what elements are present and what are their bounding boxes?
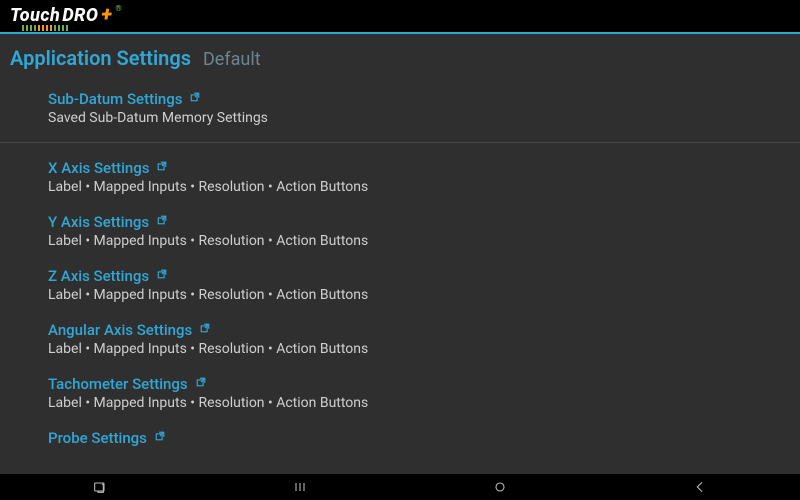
settings-item[interactable]: X Axis Settings Label • Mapped Inputs • R… [0,151,800,205]
settings-item-title: Z Axis Settings [48,267,149,285]
settings-item-subtitle: Label • Mapped Inputs • Resolution • Act… [48,395,790,411]
brand-logo: TouchDRO+® [10,2,122,31]
open-external-icon [196,377,206,387]
settings-item-subtitle: Label • Mapped Inputs • Resolution • Act… [48,341,790,357]
android-nav-bar [0,474,800,500]
settings-item-title: Angular Axis Settings [48,321,192,339]
open-external-icon [190,92,200,102]
settings-item-subtitle: Label • Mapped Inputs • Resolution • Act… [48,179,790,195]
settings-item[interactable]: Tachometer Settings Label • Mapped Inputs… [0,367,800,421]
home-button[interactable] [470,479,530,495]
brand-bar: TouchDRO+® [0,0,800,32]
settings-item-title: Probe Settings [48,429,147,447]
open-external-icon [200,323,210,333]
brand-text-left: Touch [10,5,60,26]
open-external-icon [157,269,167,279]
settings-list[interactable]: Sub-Datum Settings Saved Sub-Datum Memory… [0,82,800,474]
page-header: Application Settings Default [0,34,800,82]
settings-item[interactable]: Sub-Datum Settings Saved Sub-Datum Memory… [0,82,800,136]
settings-item-title: Sub-Datum Settings [48,90,182,108]
app-screen: TouchDRO+® Application Settings Default … [0,0,800,500]
open-external-icon [157,215,167,225]
settings-item-subtitle: Label • Mapped Inputs • Resolution • Act… [48,287,790,303]
page-title: Application Settings [10,46,191,70]
page-subtitle: Default [203,49,261,70]
back-button[interactable] [670,479,730,495]
screenshot-button[interactable] [70,479,130,495]
settings-item[interactable]: Z Axis Settings Label • Mapped Inputs • R… [0,259,800,313]
settings-item-subtitle: Label • Mapped Inputs • Resolution • Act… [48,233,790,249]
section-divider [0,142,800,143]
brand-plus: + [101,2,112,26]
settings-item-title-row: Tachometer Settings [48,375,790,393]
settings-item[interactable]: Y Axis Settings Label • Mapped Inputs • R… [0,205,800,259]
settings-item-title-row: Z Axis Settings [48,267,790,285]
settings-item-title-row: Sub-Datum Settings [48,90,790,108]
settings-item-title: Y Axis Settings [48,213,149,231]
brand-ruler-icon [10,25,122,31]
settings-item-subtitle: Saved Sub-Datum Memory Settings [48,110,790,126]
recents-button[interactable] [270,479,330,495]
settings-item-title-row: X Axis Settings [48,159,790,177]
open-external-icon [155,431,165,441]
settings-item[interactable]: Angular Axis Settings Label • Mapped Inpu… [0,313,800,367]
settings-item-title: Tachometer Settings [48,375,188,393]
registered-icon: ® [115,4,122,13]
settings-item-title-row: Angular Axis Settings [48,321,790,339]
settings-item-title: X Axis Settings [48,159,149,177]
open-external-icon [157,161,167,171]
settings-item-title-row: Y Axis Settings [48,213,790,231]
settings-item-title-row: Probe Settings [48,429,790,447]
brand-text-right: DRO [62,5,98,26]
settings-item[interactable]: Probe Settings [0,421,800,459]
